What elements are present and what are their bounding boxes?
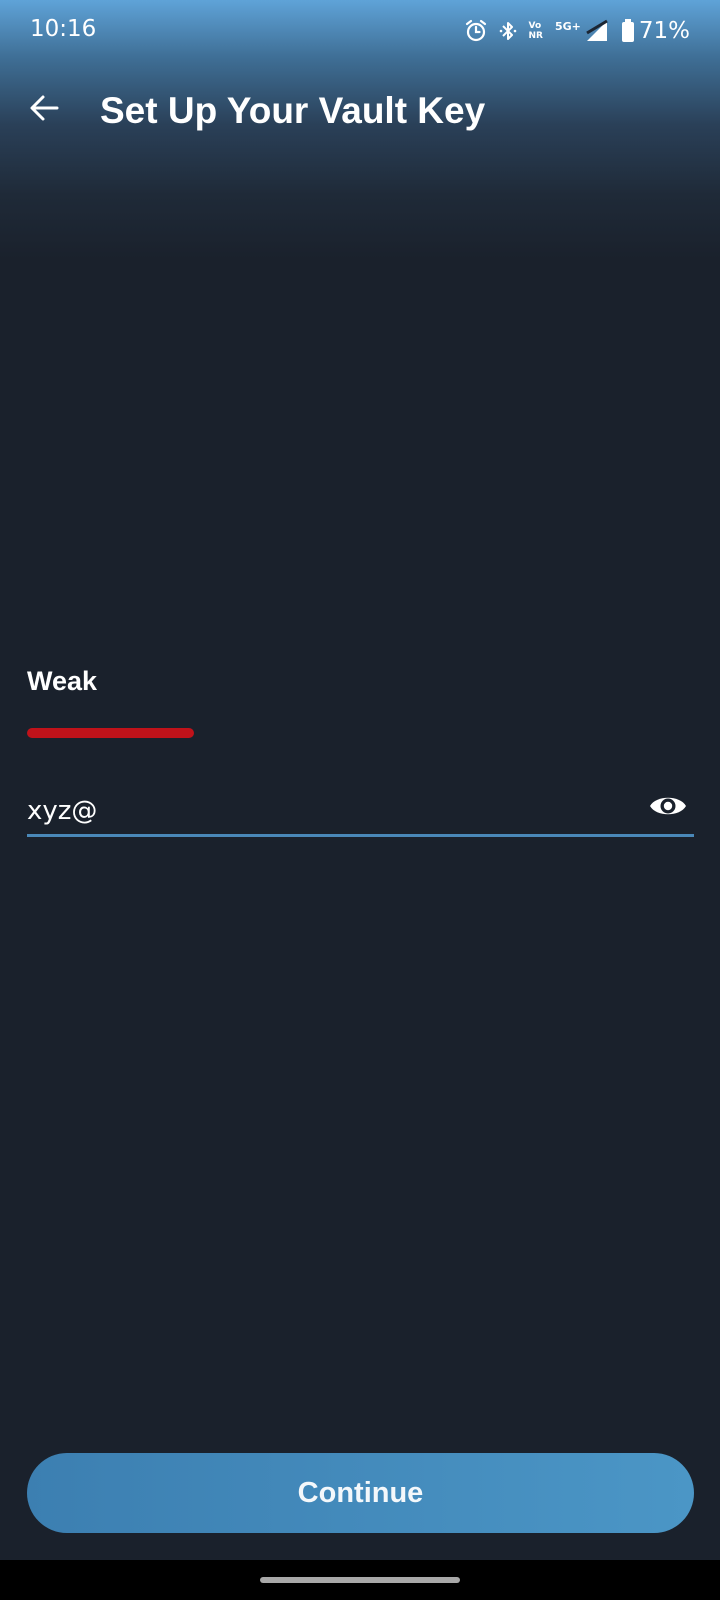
battery-percent: 71% [638,18,690,44]
bluetooth-icon [499,19,517,43]
continue-button[interactable]: Continue [27,1453,694,1533]
signal-icon [585,19,609,43]
back-button[interactable] [22,88,66,132]
status-time: 10:16 [30,16,97,42]
password-field [27,790,694,837]
vonr-top-label: Vo [528,21,542,31]
strength-meter-bar [27,728,194,738]
network-type-label: 5G+ [554,19,581,33]
status-bar: 10:16 Vo NR 5G+ 71% [0,0,720,64]
show-password-toggle[interactable] [648,790,688,826]
eye-icon [649,793,687,824]
vonr-bottom-label: NR [528,31,543,41]
arrow-left-icon [29,94,59,127]
strength-label: Weak [27,666,98,696]
status-icons: Vo NR 5G+ 71% [465,14,690,48]
battery-icon [621,19,635,43]
alarm-icon [465,19,487,43]
navigation-bar [0,1560,720,1600]
password-input[interactable] [27,790,627,832]
page-title: Set Up Your Vault Key [100,90,486,131]
vonr-wifi-icon: Vo NR [529,21,543,41]
home-gesture-handle[interactable] [260,1577,460,1583]
